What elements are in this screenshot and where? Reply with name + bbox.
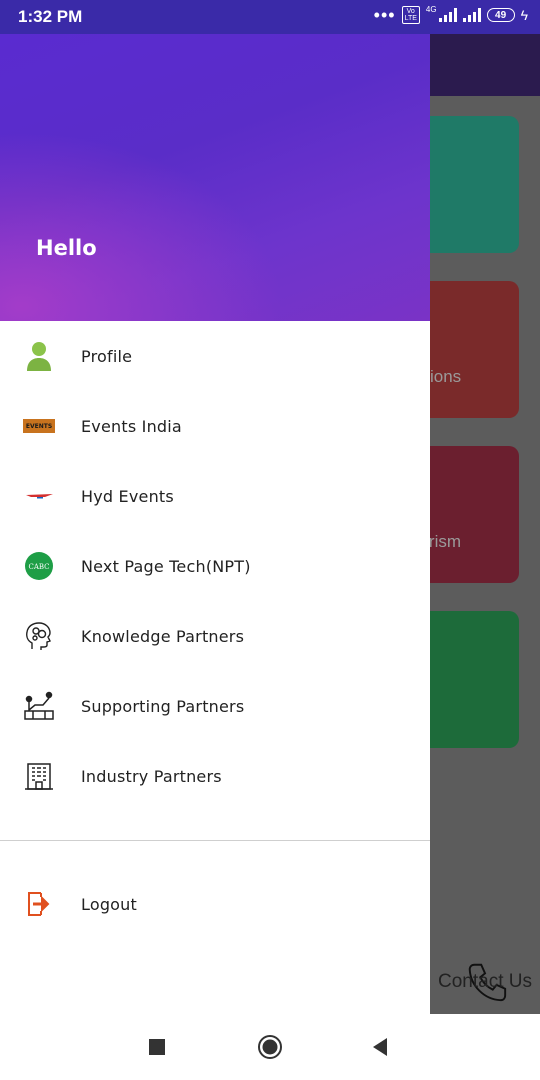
battery-icon: 49 (486, 8, 515, 22)
menu-item-logout[interactable]: Logout (0, 869, 430, 939)
hyd-events-logo (22, 479, 56, 513)
network-type: 4G (425, 4, 437, 14)
handshake-icon (22, 689, 56, 723)
menu-item-label: Events India (81, 416, 182, 436)
status-icons: ••• Vo LTE 4G 49 ϟ (373, 4, 528, 25)
navigation-drawer: Hello Profile EVENTS Events India Hyd Ev… (0, 34, 430, 1014)
brain-head-icon (22, 619, 56, 653)
menu-item-label: Next Page Tech(NPT) (81, 556, 251, 576)
status-time: 1:32 PM (18, 7, 83, 26)
cabc-logo: CABC (22, 549, 56, 583)
menu-item-label: Profile (81, 346, 133, 366)
menu-item-label: Knowledge Partners (81, 626, 245, 646)
menu-item-profile[interactable]: Profile (0, 321, 430, 391)
back-button[interactable] (365, 1032, 395, 1062)
menu-item-label: Industry Partners (81, 766, 222, 786)
charging-icon: ϟ (520, 7, 528, 23)
cabc-logo-text: CABC (28, 563, 49, 571)
menu-divider (0, 840, 430, 841)
home-button[interactable] (255, 1032, 285, 1062)
building-icon (22, 759, 56, 793)
signal-icon (438, 8, 457, 22)
menu-item-label: Logout (81, 894, 137, 914)
volte-icon: Vo LTE (401, 6, 420, 24)
signal-icon-2 (462, 8, 481, 22)
events-india-logo-text: EVENTS (26, 423, 52, 430)
menu-item-industry-partners[interactable]: Industry Partners (0, 741, 430, 811)
contact-us-label[interactable]: Contact Us (438, 971, 532, 993)
menu-item-supporting-partners[interactable]: Supporting Partners (0, 671, 430, 741)
profile-icon (22, 339, 56, 373)
system-navigation-bar (0, 1014, 540, 1080)
menu-item-label: Hyd Events (81, 486, 174, 506)
drawer-header: Hello (0, 34, 430, 321)
events-india-logo: EVENTS (22, 409, 56, 443)
menu-item-knowledge-partners[interactable]: Knowledge Partners (0, 601, 430, 671)
menu-item-events-india[interactable]: EVENTS Events India (0, 391, 430, 461)
more-notifications-icon: ••• (373, 5, 396, 25)
status-bar: 1:32 PM ••• Vo LTE 4G 49 ϟ (0, 0, 540, 34)
menu-item-next-page-tech[interactable]: CABC Next Page Tech(NPT) (0, 531, 430, 601)
menu-item-label: Supporting Partners (81, 696, 245, 716)
recents-button[interactable] (142, 1032, 172, 1062)
category-card-2-label: ions (430, 367, 462, 386)
greeting-text: Hello (36, 236, 97, 260)
menu-item-hyd-events[interactable]: Hyd Events (0, 461, 430, 531)
logout-icon (22, 887, 56, 921)
